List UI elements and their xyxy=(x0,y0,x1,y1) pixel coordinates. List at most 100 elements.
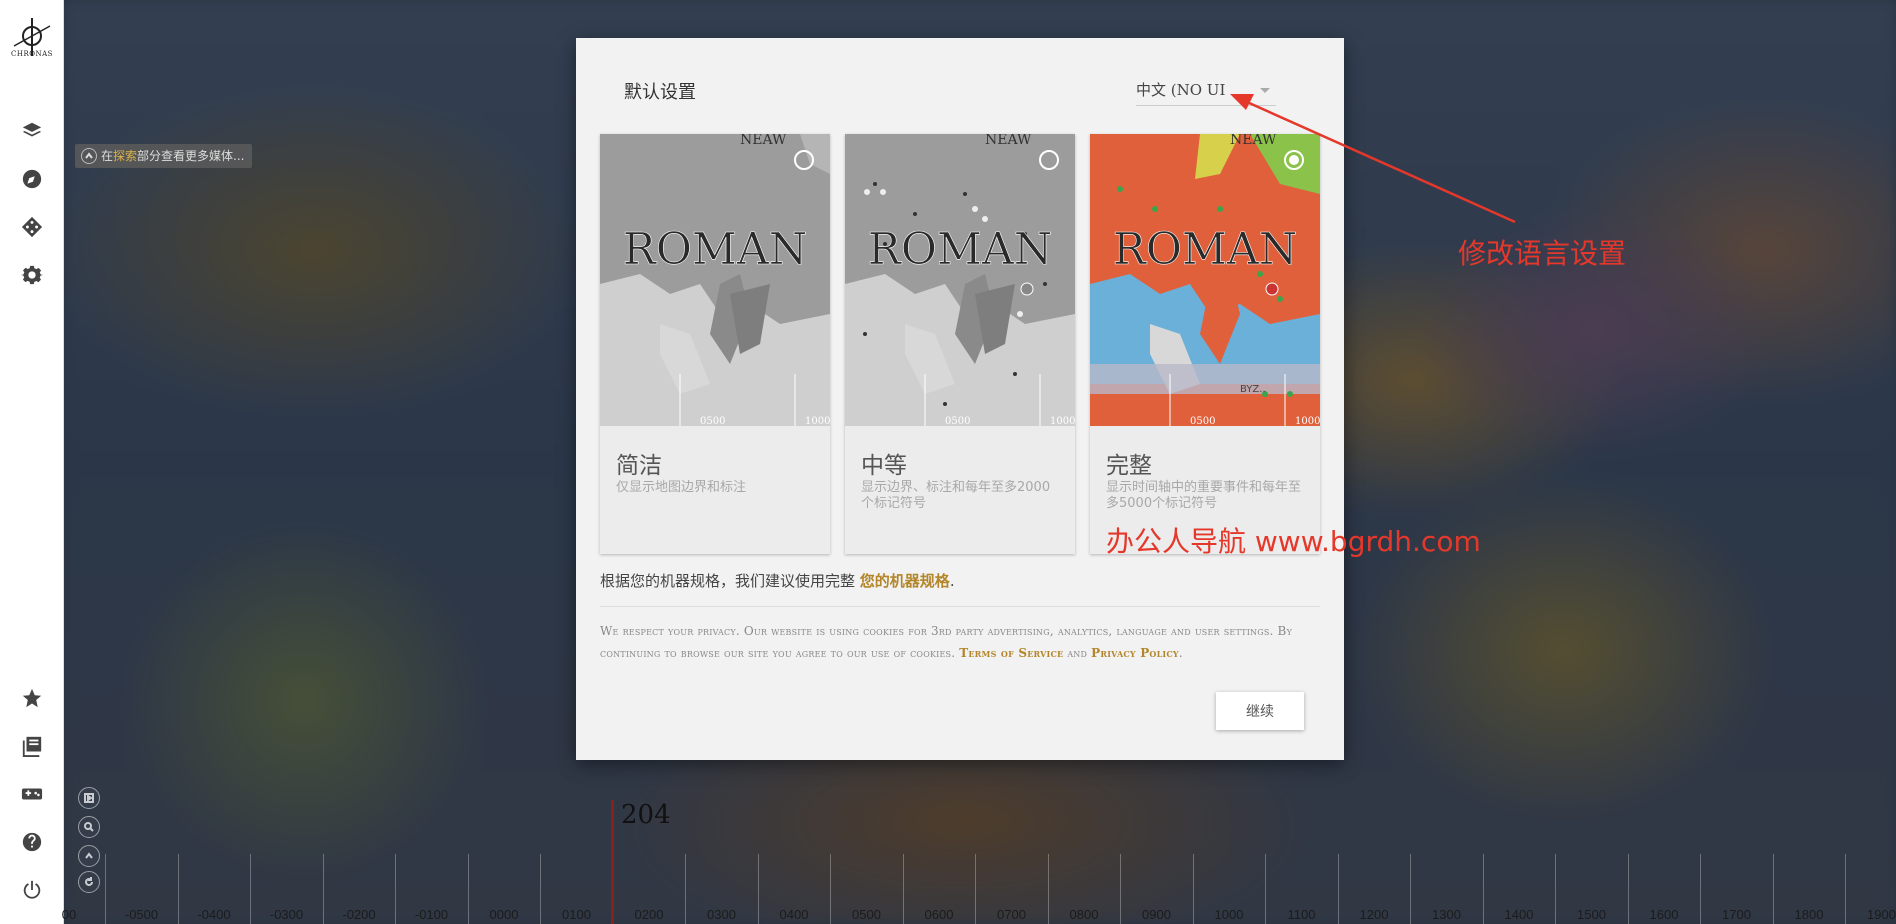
thumb-tick-b-2: 1000 xyxy=(1050,416,1075,426)
timeline-tick xyxy=(1555,854,1556,924)
dialog-title: 默认设置 xyxy=(624,82,696,103)
play-icon[interactable] xyxy=(78,787,100,809)
timeline-label: 0000 xyxy=(489,907,519,922)
map-thumbnail-medium: NEAW ROMAN 0500 1000 xyxy=(845,134,1075,426)
reset-icon[interactable] xyxy=(78,871,100,893)
thumb-tick-a-2: 0500 xyxy=(945,416,970,426)
collection-icon[interactable] xyxy=(20,734,44,758)
timeline-label: -0300 xyxy=(269,907,304,922)
card-title: 完整 xyxy=(1106,453,1152,479)
gear-icon[interactable] xyxy=(20,263,44,287)
timeline-label: -0100 xyxy=(414,907,449,922)
timeline-tick xyxy=(757,854,759,924)
timeline-label: 0300 xyxy=(707,907,736,922)
card-description: 显示边界、标注和每年至多2000个标记符号 xyxy=(861,480,1051,511)
card-description: 仅显示地图边界和标注 xyxy=(616,480,747,495)
timeline-label: 1400 xyxy=(1504,907,1534,922)
thumb-top-label-3: NEAW xyxy=(1230,134,1277,148)
timeline-tick xyxy=(1120,854,1121,924)
recommend-body: 根据您的机器规格，我们建议使用完整 xyxy=(600,572,856,590)
timeline-label: 0700 xyxy=(997,907,1026,922)
annotation-callout: 修改语言设置 xyxy=(1458,237,1627,270)
thumb-tick-b-3: 1000 xyxy=(1295,416,1320,426)
timeline-label: 0500 xyxy=(852,907,881,922)
star-icon[interactable] xyxy=(20,686,44,710)
timeline-tick xyxy=(1192,854,1194,924)
radio-full[interactable] xyxy=(1284,150,1304,170)
card-title: 简洁 xyxy=(616,453,662,479)
privacy-body: We respect your privacy. Our website is … xyxy=(600,624,1293,660)
zoom-icon[interactable] xyxy=(78,816,100,838)
timeline-tick xyxy=(1700,854,1701,924)
timeline-tick xyxy=(177,854,179,924)
hint-suffix: 部分查看更多媒体... xyxy=(137,149,245,163)
timeline-label: 0100 xyxy=(562,907,591,922)
timeline-tick xyxy=(685,854,686,924)
timeline-tick xyxy=(322,854,324,924)
timeline-tick xyxy=(395,854,396,924)
timeline-label: -0200 xyxy=(342,907,376,922)
privacy-and: and xyxy=(1067,646,1088,660)
option-card-full[interactable]: NEAW ROMAN BYZ.. 0500 1000 完整 显示时间轴中的重要事… xyxy=(1090,134,1320,554)
timeline-label: 1100 xyxy=(1287,907,1316,922)
chevron-up-icon xyxy=(81,148,97,164)
timeline-label: 1500 xyxy=(1577,907,1606,922)
timeline-tick xyxy=(1410,854,1411,924)
thumb-map-label-3: ROMAN xyxy=(1113,224,1298,275)
timeline-tick xyxy=(540,854,541,924)
timeline-label: 1000 xyxy=(1214,907,1244,922)
timeline-label: 1700 xyxy=(1722,907,1751,922)
terms-of-service-link[interactable]: Terms of Service xyxy=(959,646,1063,660)
explore-hint-chip[interactable]: 在探索部分查看更多媒体... xyxy=(75,144,253,168)
timeline-label: 1200 xyxy=(1359,907,1389,922)
timeline-tick xyxy=(902,854,904,924)
radio-medium[interactable] xyxy=(1039,150,1059,170)
thumb-map-label-1: ROMAN xyxy=(623,224,808,275)
logo-text: CHRONAS xyxy=(11,50,53,58)
card-title: 中等 xyxy=(861,453,907,479)
timeline-tick xyxy=(975,854,976,924)
chevron-up-icon[interactable] xyxy=(78,845,100,867)
timeline-label: 0900 xyxy=(1142,907,1171,922)
timeline-label: 00 xyxy=(61,907,77,922)
compass-icon[interactable] xyxy=(20,167,44,191)
timeline-label: 0800 xyxy=(1069,907,1099,922)
help-icon[interactable] xyxy=(20,830,44,854)
recommend-end: . xyxy=(949,572,955,590)
option-card-simple[interactable]: NEAW ROMAN 0500 1000 简洁 仅显示地图边界和标注 xyxy=(600,134,830,554)
gamepad-icon[interactable] xyxy=(20,782,44,806)
thumb-top-label-1: NEAW xyxy=(740,134,787,148)
timeline-tick xyxy=(1482,854,1484,924)
thumb-tick-a-3: 0500 xyxy=(1190,416,1215,426)
thumb-map-label-2: ROMAN xyxy=(868,224,1053,275)
timeline-tick xyxy=(1772,854,1774,924)
timeline-tick xyxy=(1047,854,1049,924)
timeline-label: -0400 xyxy=(197,907,231,922)
timeline-tick xyxy=(1845,854,1846,924)
privacy-policy-link[interactable]: Privacy Policy xyxy=(1091,646,1179,660)
machine-spec-link[interactable]: 您的机器规格 xyxy=(860,572,950,590)
timeline-tick xyxy=(830,854,831,924)
timeline-tick xyxy=(105,854,106,924)
timeline-cursor[interactable] xyxy=(611,800,614,924)
hint-highlight[interactable]: 探索 xyxy=(113,149,137,163)
map-thumbnail-full: NEAW ROMAN BYZ.. 0500 1000 xyxy=(1090,134,1320,426)
privacy-end: . xyxy=(1178,646,1183,660)
timeline[interactable]: 00 -0500 -0400 -0300 -0200 -0100 0000 0100 0200 0… xyxy=(61,850,1896,924)
layers-icon[interactable] xyxy=(20,119,44,143)
dice-icon[interactable] xyxy=(20,215,44,239)
divider xyxy=(600,606,1320,607)
language-select[interactable]: 中文 (NO UI xyxy=(1136,78,1276,106)
timeline-tick xyxy=(1265,854,1266,924)
option-card-medium[interactable]: NEAW ROMAN 0500 1000 中等 显示边界、标注和每年至多2000… xyxy=(845,134,1075,554)
timeline-label: 1300 xyxy=(1432,907,1461,922)
thumb-top-label-2: NEAW xyxy=(985,134,1032,148)
recommendation-text: 根据您的机器规格，我们建议使用完整 您的机器规格. xyxy=(600,570,955,591)
timeline-current-year: 204 xyxy=(621,800,671,830)
thumb-tick-a-1: 0500 xyxy=(700,416,725,426)
radio-simple[interactable] xyxy=(794,150,814,170)
timeline-label: 0200 xyxy=(634,907,664,922)
timeline-label: 0600 xyxy=(924,907,954,922)
power-icon[interactable] xyxy=(20,878,44,902)
continue-button[interactable]: 继续 xyxy=(1216,692,1304,730)
